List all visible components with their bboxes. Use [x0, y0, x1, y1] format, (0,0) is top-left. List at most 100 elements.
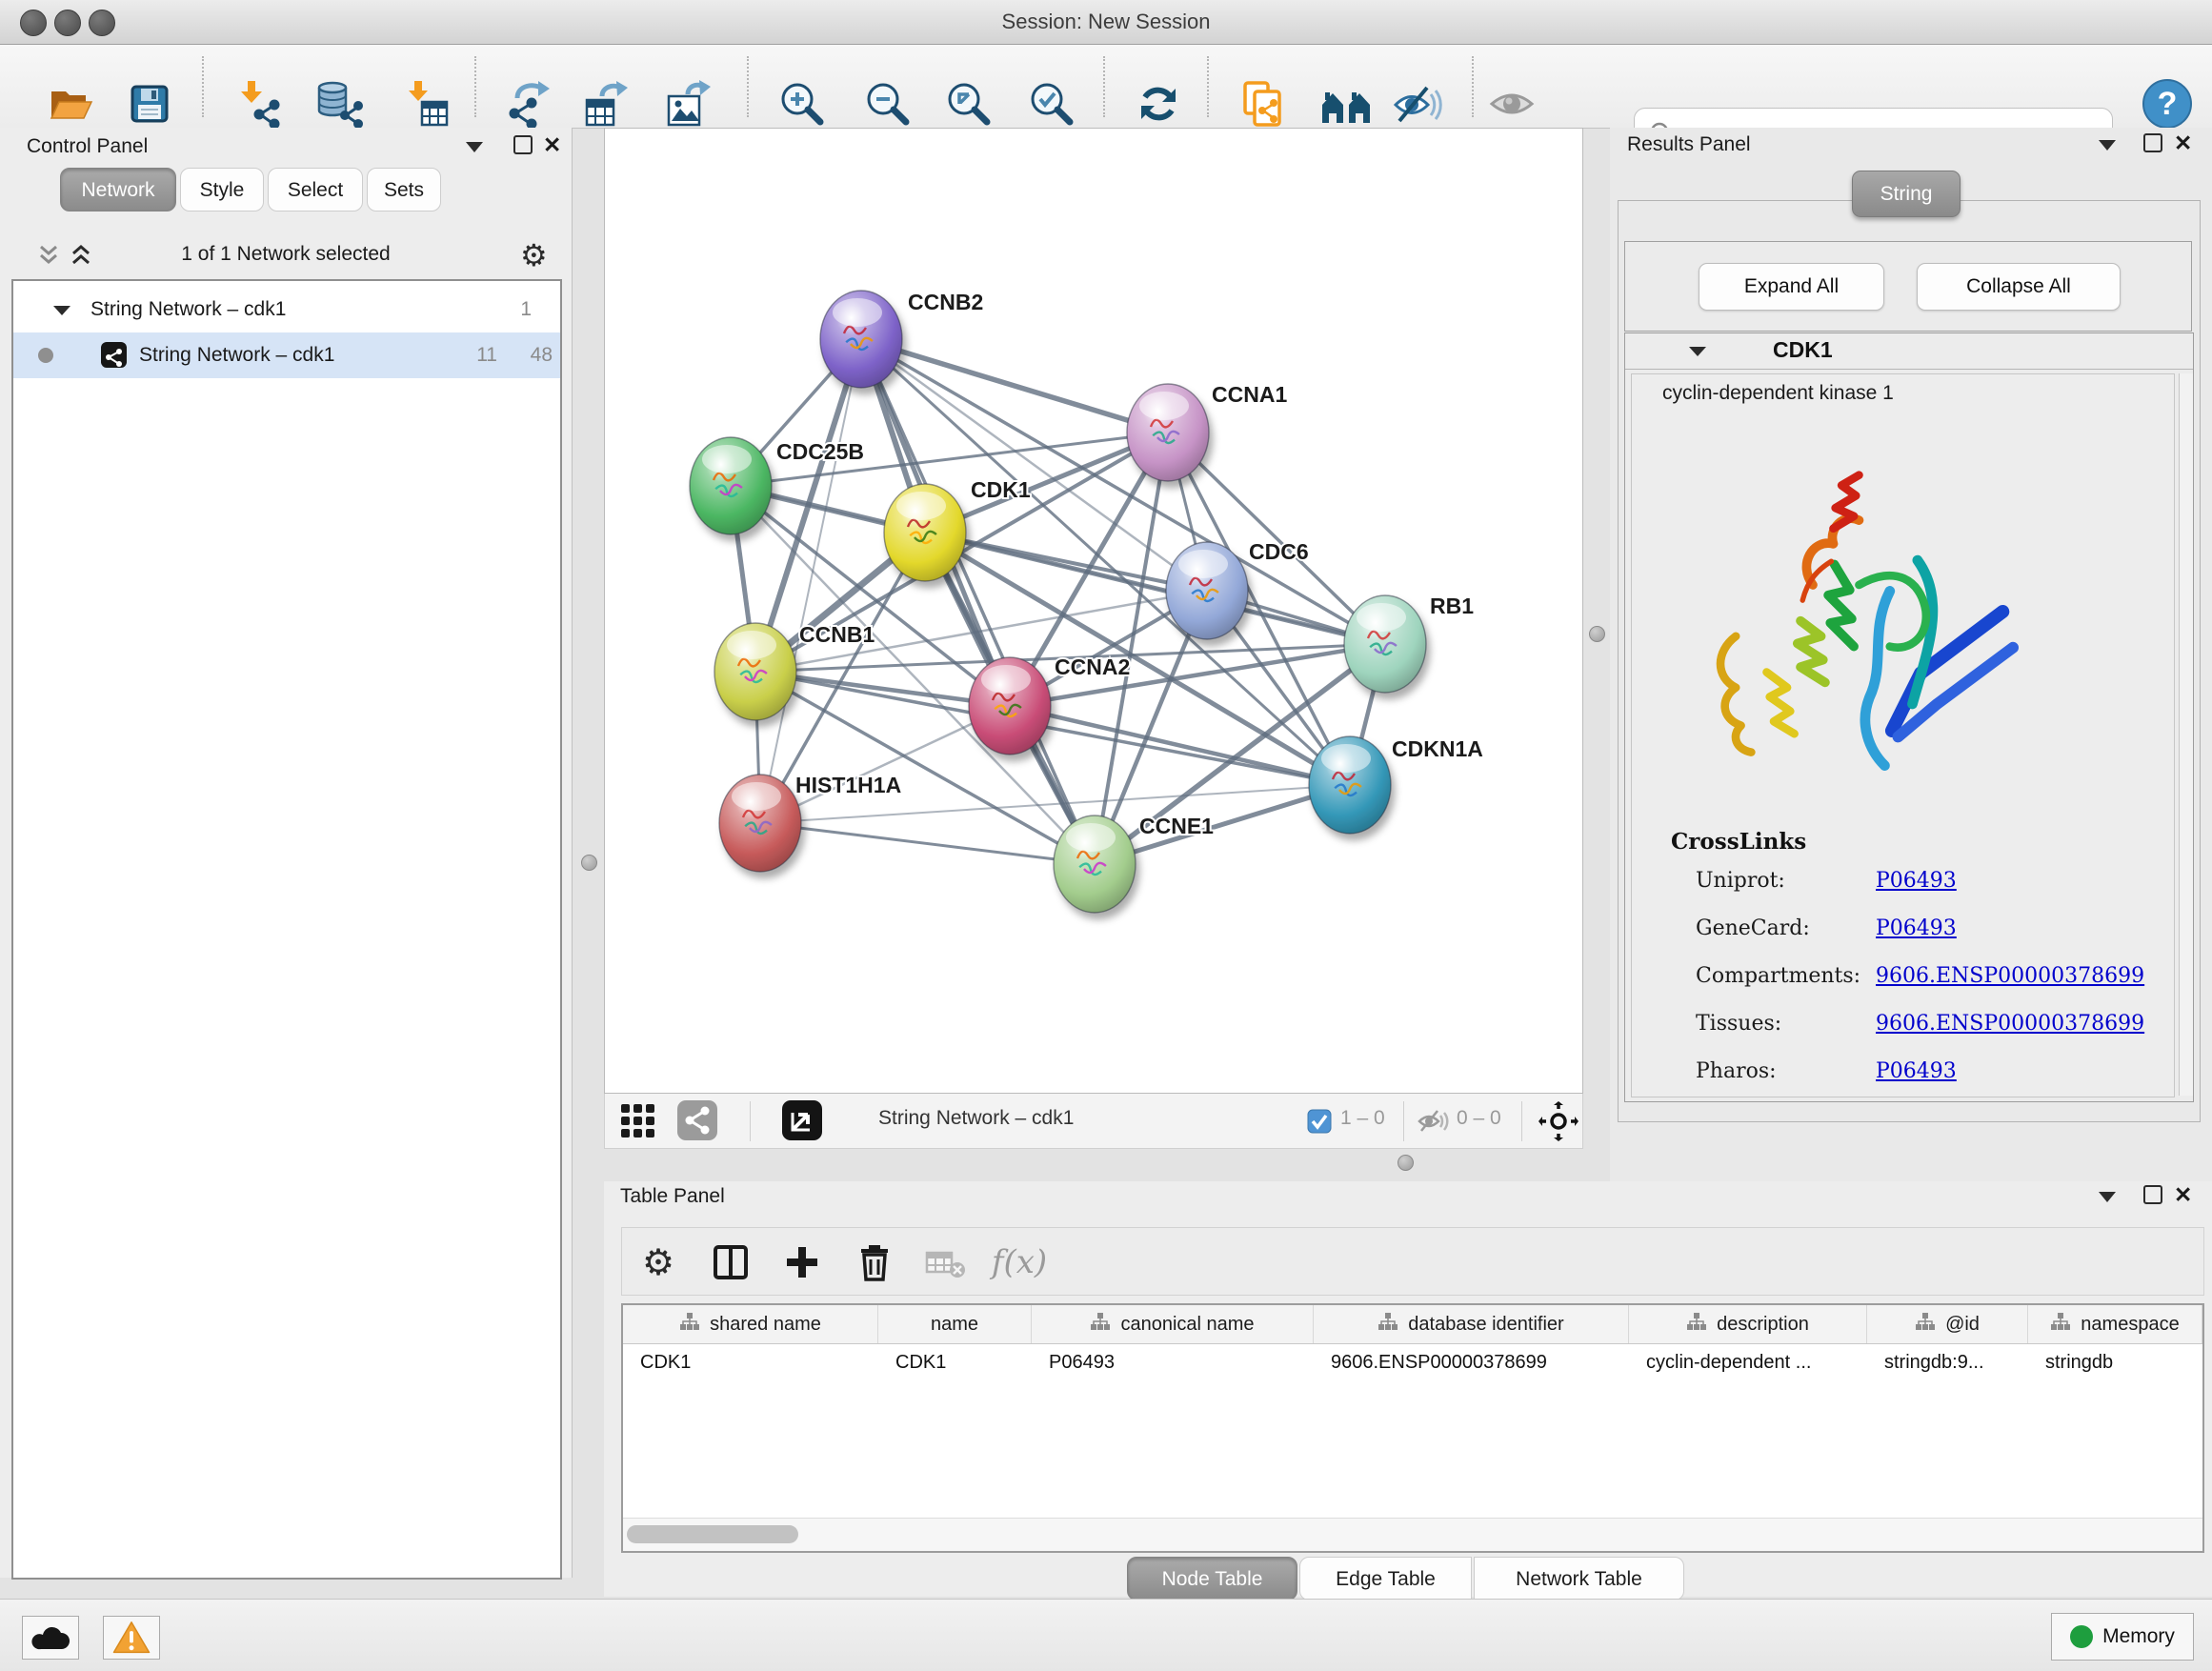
- network-home-icon[interactable]: [1318, 76, 1374, 131]
- toolbar-separator: [202, 56, 204, 117]
- expand-all-button[interactable]: Expand All: [1699, 263, 1884, 311]
- crosslink-link[interactable]: P06493: [1876, 869, 1957, 893]
- column-header-name[interactable]: name: [878, 1305, 1032, 1343]
- splitter-handle[interactable]: [1589, 626, 1605, 642]
- network-node-CCNB2[interactable]: [820, 291, 902, 388]
- crosslink-link[interactable]: P06493: [1876, 1059, 1957, 1083]
- delete-column-trash-icon[interactable]: [850, 1238, 899, 1287]
- birds-eye-view-icon[interactable]: [1538, 1101, 1579, 1141]
- table-horizontal-scrollbar[interactable]: [623, 1518, 2202, 1551]
- network-selection-status: 1 of 1 Network selected: [0, 243, 572, 266]
- column-header-description[interactable]: description: [1629, 1305, 1867, 1343]
- crosslink-link[interactable]: 9606.ENSP00000378699: [1876, 1012, 2144, 1036]
- tab-edge-table[interactable]: Edge Table: [1299, 1557, 1472, 1601]
- gear-icon[interactable]: ⚙: [520, 237, 548, 273]
- collapse-gene-icon[interactable]: [1687, 345, 1708, 358]
- table-cell[interactable]: stringdb:9...: [1867, 1343, 2028, 1381]
- warnings-button[interactable]: [103, 1616, 160, 1660]
- export-network-icon[interactable]: [501, 76, 556, 131]
- network-row[interactable]: String Network – cdk1 11 48: [13, 332, 560, 378]
- table-cell[interactable]: CDK1: [623, 1343, 878, 1381]
- zoom-fit-content-icon[interactable]: [941, 76, 996, 131]
- network-node-HIST1H1A[interactable]: [719, 775, 801, 872]
- table-cell[interactable]: cyclin-dependent ...: [1629, 1343, 1867, 1381]
- application-window: Session: New Session: [0, 0, 2212, 1671]
- crosslink-link[interactable]: 9606.ENSP00000378699: [1876, 964, 2144, 988]
- refresh-view-icon[interactable]: [1131, 76, 1186, 131]
- splitter-handle[interactable]: [581, 855, 597, 871]
- table-settings-gear-icon[interactable]: ⚙: [633, 1238, 683, 1287]
- column-header--id[interactable]: @id: [1867, 1305, 2028, 1343]
- hide-selected-icon[interactable]: [1389, 76, 1444, 131]
- table-cell[interactable]: CDK1: [878, 1343, 1032, 1381]
- column-label: name: [931, 1314, 978, 1336]
- table-cell[interactable]: stringdb: [2028, 1343, 2202, 1381]
- memory-label: Memory: [2102, 1625, 2175, 1648]
- network-collection-row[interactable]: String Network – cdk1 1: [13, 287, 560, 332]
- zoom-out-icon[interactable]: [860, 76, 915, 131]
- splitter-hand1e[interactable]: [1398, 1155, 1414, 1171]
- tab-network-table[interactable]: Network Table: [1474, 1557, 1684, 1601]
- network-canvas[interactable]: CCNB2CCNA1CDC25BCDK1CDC6RB1CCNB1CCNA2CDK…: [604, 128, 1583, 1094]
- table-row[interactable]: CDK1CDK1P064939606.ENSP00000378699cyclin…: [623, 1343, 2202, 1381]
- network-node-CDK1[interactable]: [884, 484, 966, 581]
- grid-view-icon[interactable]: [621, 1104, 655, 1138]
- show-eye-icon[interactable]: [1485, 76, 1540, 131]
- column-header-canonical-name[interactable]: canonical name: [1032, 1305, 1314, 1343]
- show-columns-icon[interactable]: [706, 1238, 755, 1287]
- panel-menu-icon[interactable]: [2099, 140, 2116, 151]
- tab-string[interactable]: String: [1852, 171, 1961, 217]
- zoom-in-icon[interactable]: [774, 76, 830, 131]
- tab-node-table[interactable]: Node Table: [1127, 1557, 1297, 1601]
- network-node-CDC6[interactable]: [1166, 542, 1248, 639]
- network-node-CCNB1[interactable]: [714, 623, 796, 720]
- title-bar: Session: New Session: [0, 0, 2212, 45]
- panel-close-icon[interactable]: ✕: [2174, 135, 2192, 151]
- gene-header[interactable]: CDK1: [1625, 333, 2193, 370]
- table-cell[interactable]: 9606.ENSP00000378699: [1314, 1343, 1629, 1381]
- memory-button[interactable]: Memory: [2051, 1613, 2194, 1661]
- import-network-file-icon[interactable]: [229, 76, 284, 131]
- export-image-icon[interactable]: [660, 76, 715, 131]
- column-header-database-identifier[interactable]: database identifier: [1314, 1305, 1629, 1343]
- automation-cloud-button[interactable]: [22, 1616, 79, 1660]
- tab-style[interactable]: Style: [180, 168, 264, 211]
- results-scrollbar[interactable]: [2179, 373, 2193, 1096]
- network-node-RB1[interactable]: [1344, 595, 1426, 693]
- column-header-namespace[interactable]: namespace: [2028, 1305, 2202, 1343]
- open-session-icon[interactable]: [43, 76, 98, 131]
- open-in-window-icon[interactable]: [782, 1100, 822, 1140]
- duplicate-network-icon[interactable]: [1235, 76, 1290, 131]
- table-cell[interactable]: P06493: [1032, 1343, 1314, 1381]
- export-table-icon[interactable]: [578, 76, 633, 131]
- tab-network[interactable]: Network: [60, 168, 176, 211]
- zoom-selected-icon[interactable]: [1024, 76, 1079, 131]
- panel-float-icon[interactable]: [513, 135, 533, 154]
- tree-expand-icon[interactable]: [51, 304, 72, 317]
- network-node-CCNE1[interactable]: [1054, 815, 1136, 913]
- panel-float-icon[interactable]: [2143, 1185, 2162, 1204]
- string-view-icon[interactable]: [677, 1100, 717, 1140]
- tab-sets[interactable]: Sets: [367, 168, 441, 211]
- add-column-icon[interactable]: [777, 1238, 827, 1287]
- import-network-database-icon[interactable]: [312, 76, 367, 131]
- network-node-CDC25B[interactable]: [690, 437, 772, 534]
- scrollbar-thumb[interactable]: [627, 1525, 798, 1543]
- panel-menu-icon[interactable]: [2099, 1192, 2116, 1202]
- panel-close-icon[interactable]: ✕: [2174, 1187, 2192, 1202]
- save-session-icon[interactable]: [122, 76, 177, 131]
- panel-menu-icon[interactable]: [466, 142, 483, 152]
- panel-float-icon[interactable]: [2143, 133, 2162, 152]
- selected-checkbox-icon[interactable]: [1307, 1109, 1332, 1134]
- network-node-CCNA1[interactable]: [1127, 384, 1209, 481]
- crosslink-link[interactable]: P06493: [1876, 916, 1957, 940]
- collapse-all-button[interactable]: Collapse All: [1917, 263, 2121, 311]
- tab-select[interactable]: Select: [268, 168, 363, 211]
- network-node-CCNA2[interactable]: [969, 657, 1051, 755]
- panel-close-icon[interactable]: ✕: [543, 137, 561, 152]
- column-header-shared-name[interactable]: shared name: [623, 1305, 878, 1343]
- help-icon[interactable]: ?: [2140, 76, 2195, 131]
- network-node-CDKN1A[interactable]: [1309, 736, 1391, 834]
- separator: [1403, 1101, 1404, 1141]
- import-table-file-icon[interactable]: [398, 76, 453, 131]
